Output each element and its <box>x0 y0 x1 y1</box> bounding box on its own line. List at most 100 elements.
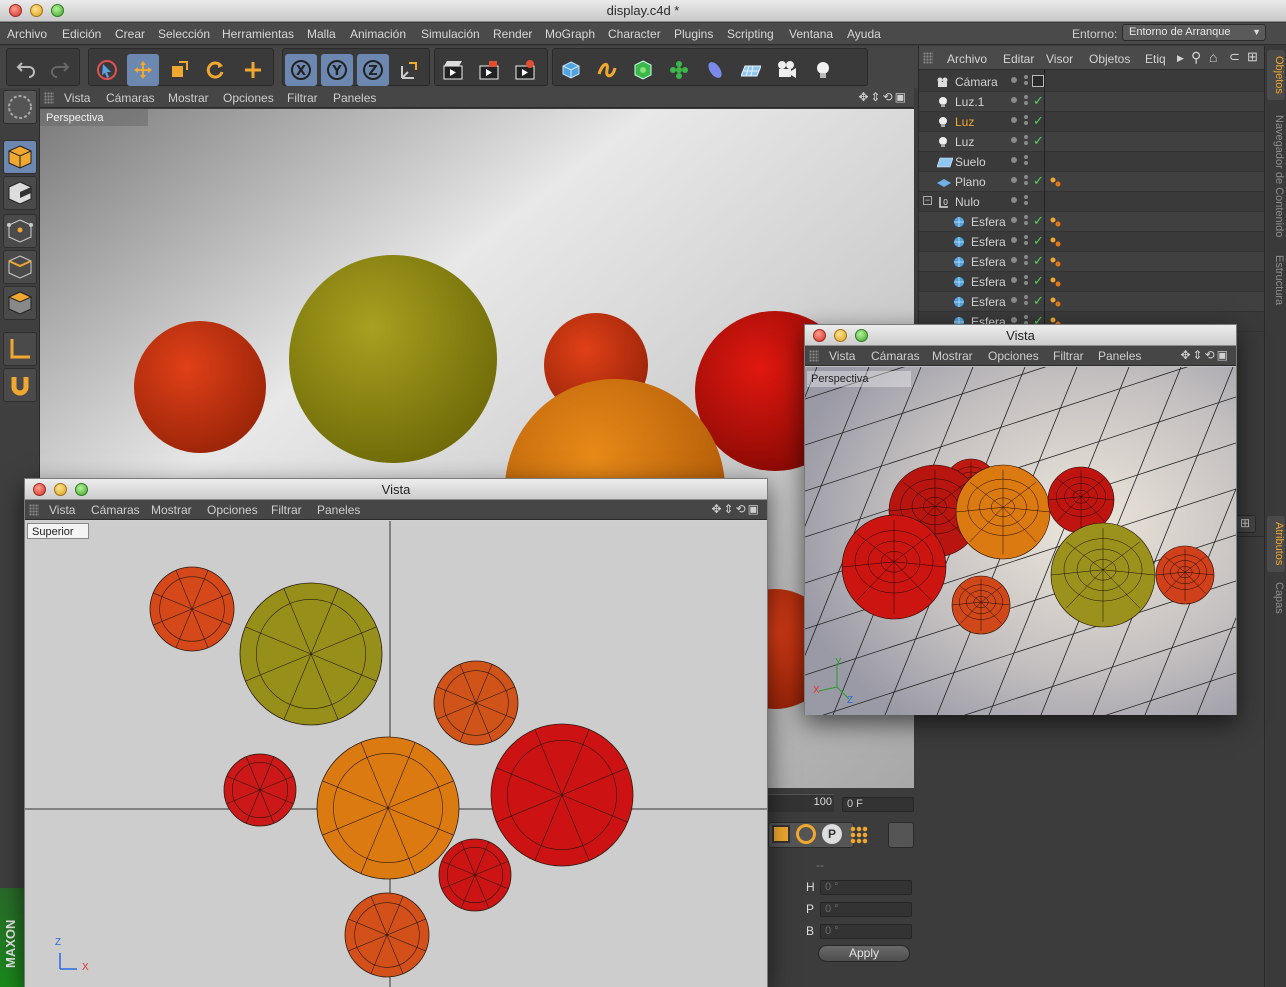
world-coordinates-button[interactable] <box>393 54 425 86</box>
om-menu-objetos[interactable]: Objetos <box>1089 52 1130 66</box>
viewport-navigation-icons[interactable]: ✥⇕⟲▣ <box>858 90 908 104</box>
enabled-check-icon[interactable]: ✓ <box>1033 133 1044 149</box>
light-button[interactable] <box>807 54 839 86</box>
om-menu-etiq[interactable]: Etiq <box>1145 52 1166 66</box>
viewport-menu-opciones[interactable]: Opciones <box>223 91 274 105</box>
object-row[interactable]: − 0 Nulo <box>919 192 1265 212</box>
vista-top-titlebar[interactable]: Vista <box>25 479 767 500</box>
texture-mode-button[interactable] <box>3 176 37 210</box>
material-tag-icon[interactable] <box>1049 216 1061 228</box>
visibility-dots[interactable] <box>1011 77 1017 83</box>
om-menu-editar[interactable]: Editar <box>1003 52 1034 66</box>
visibility-dots[interactable] <box>1011 237 1017 243</box>
tab-atributos[interactable]: Atributos <box>1267 516 1285 572</box>
zoom-window-button[interactable] <box>75 483 88 496</box>
expand-icon[interactable]: − <box>923 196 932 205</box>
model-mode-button[interactable] <box>3 90 37 124</box>
object-row[interactable]: Esfera ✓ <box>919 292 1265 312</box>
b-rotation-field[interactable]: 0 ° <box>820 924 912 939</box>
menu-render[interactable]: Render <box>493 27 532 41</box>
environment-select[interactable]: Entorno de Arranque ▼ <box>1122 24 1266 41</box>
object-name[interactable]: Suelo <box>955 155 986 169</box>
visibility-dots[interactable] <box>1011 317 1017 323</box>
record-icon[interactable] <box>772 825 790 843</box>
viewport-menu-camaras[interactable]: Cámaras <box>106 91 155 105</box>
object-name[interactable]: Luz <box>955 135 974 149</box>
visibility-dots[interactable] <box>1011 197 1017 203</box>
viewport-menu-camaras[interactable]: Cámaras <box>871 349 920 363</box>
tab-capas[interactable]: Capas <box>1267 578 1285 618</box>
viewport-menu-filtrar[interactable]: Filtrar <box>1053 349 1084 363</box>
minimize-window-button[interactable] <box>54 483 67 496</box>
menu-herramientas[interactable]: Herramientas <box>222 27 294 41</box>
object-name[interactable]: Plano <box>955 175 986 189</box>
floor-button[interactable] <box>735 54 767 86</box>
menu-archivo[interactable]: Archivo <box>7 27 47 41</box>
viewport-navigation-icons[interactable]: ✥⇕⟲▣ <box>1180 348 1230 362</box>
autokey-icon[interactable] <box>796 824 816 844</box>
object-row[interactable]: Esfera ✓ <box>919 212 1265 232</box>
deformer-button[interactable] <box>699 54 731 86</box>
visibility-dots[interactable] <box>1011 117 1017 123</box>
enabled-check-icon[interactable]: ✓ <box>1033 113 1044 129</box>
timeline-button[interactable] <box>888 822 914 848</box>
enabled-check-icon[interactable]: ✓ <box>1033 273 1044 289</box>
enabled-check-icon[interactable]: ✓ <box>1033 93 1044 109</box>
object-name[interactable]: Luz <box>955 115 974 129</box>
current-frame-field[interactable]: 0 F <box>842 797 914 812</box>
object-name[interactable]: Esfera <box>971 295 1006 309</box>
menu-edicion[interactable]: Edición <box>62 27 101 41</box>
rotate-tool-button[interactable] <box>199 54 231 86</box>
object-row[interactable]: Plano ✓ <box>919 172 1265 192</box>
object-name[interactable]: Esfera <box>971 275 1006 289</box>
viewport-menu-filtrar[interactable]: Filtrar <box>287 91 318 105</box>
visibility-dots[interactable] <box>1011 97 1017 103</box>
minimize-window-button[interactable] <box>30 4 43 17</box>
viewport-menu-vista[interactable]: Vista <box>64 91 90 105</box>
object-name[interactable]: Luz.1 <box>955 95 984 109</box>
visibility-dots[interactable] <box>1011 277 1017 283</box>
viewport-menu-filtrar[interactable]: Filtrar <box>271 503 302 517</box>
undo-button[interactable] <box>9 54 41 86</box>
object-row[interactable]: Esfera ✓ <box>919 272 1265 292</box>
zoom-window-button[interactable] <box>855 329 868 342</box>
tab-estructura[interactable]: Estructura <box>1267 250 1285 310</box>
y-axis-button[interactable]: Y <box>321 54 353 86</box>
viewport-menu-paneles[interactable]: Paneles <box>1098 349 1141 363</box>
search-icon[interactable]: ⚲ <box>1191 49 1201 66</box>
vista-perspective-window[interactable]: Vista Vista Cámaras Mostrar Opciones Fil… <box>804 324 1237 715</box>
enabled-check-icon[interactable]: ✓ <box>1033 173 1044 189</box>
live-selection-button[interactable] <box>91 54 123 86</box>
viewport-navigation-icons[interactable]: ✥⇕⟲▣ <box>711 502 761 516</box>
om-menu-visor[interactable]: Visor <box>1046 52 1073 66</box>
redo-button[interactable] <box>45 54 77 86</box>
menu-crear[interactable]: Crear <box>115 27 145 41</box>
lock-icon[interactable]: ⊂ <box>1229 49 1240 65</box>
menu-simulacion[interactable]: Simulación <box>421 27 480 41</box>
visibility-dots[interactable] <box>1011 137 1017 143</box>
menu-plugins[interactable]: Plugins <box>674 27 713 41</box>
edges-mode-button[interactable] <box>3 250 37 284</box>
array-button[interactable] <box>663 54 695 86</box>
viewport-menu-opciones[interactable]: Opciones <box>207 503 258 517</box>
snap-button[interactable] <box>3 368 37 402</box>
p-rotation-field[interactable]: 0 ° <box>820 902 912 917</box>
tab-objetos[interactable]: Objetos <box>1267 50 1285 100</box>
viewport-menu-mostrar[interactable]: Mostrar <box>932 349 973 363</box>
material-tag-icon[interactable] <box>1049 236 1061 248</box>
object-row[interactable]: Luz ✓ <box>919 132 1265 152</box>
close-window-button[interactable] <box>33 483 46 496</box>
new-panel-icon[interactable]: ⊞ <box>1247 49 1258 65</box>
home-icon[interactable]: ⌂ <box>1209 49 1217 65</box>
vista-top-window[interactable]: Vista Vista Cámaras Mostrar Opciones Fil… <box>24 478 768 987</box>
enabled-check-icon[interactable]: ✓ <box>1033 213 1044 229</box>
object-row[interactable]: Luz ✓ <box>919 112 1265 132</box>
object-name[interactable]: Cámara <box>955 75 998 89</box>
visibility-dots[interactable] <box>1011 177 1017 183</box>
viewport-menu-mostrar[interactable]: Mostrar <box>168 91 209 105</box>
object-mode-button[interactable] <box>3 140 37 174</box>
spline-button[interactable] <box>591 54 623 86</box>
viewport-menu-paneles[interactable]: Paneles <box>317 503 360 517</box>
menu-scripting[interactable]: Scripting <box>727 27 774 41</box>
timeline-ruler[interactable]: 100 <box>768 794 834 812</box>
